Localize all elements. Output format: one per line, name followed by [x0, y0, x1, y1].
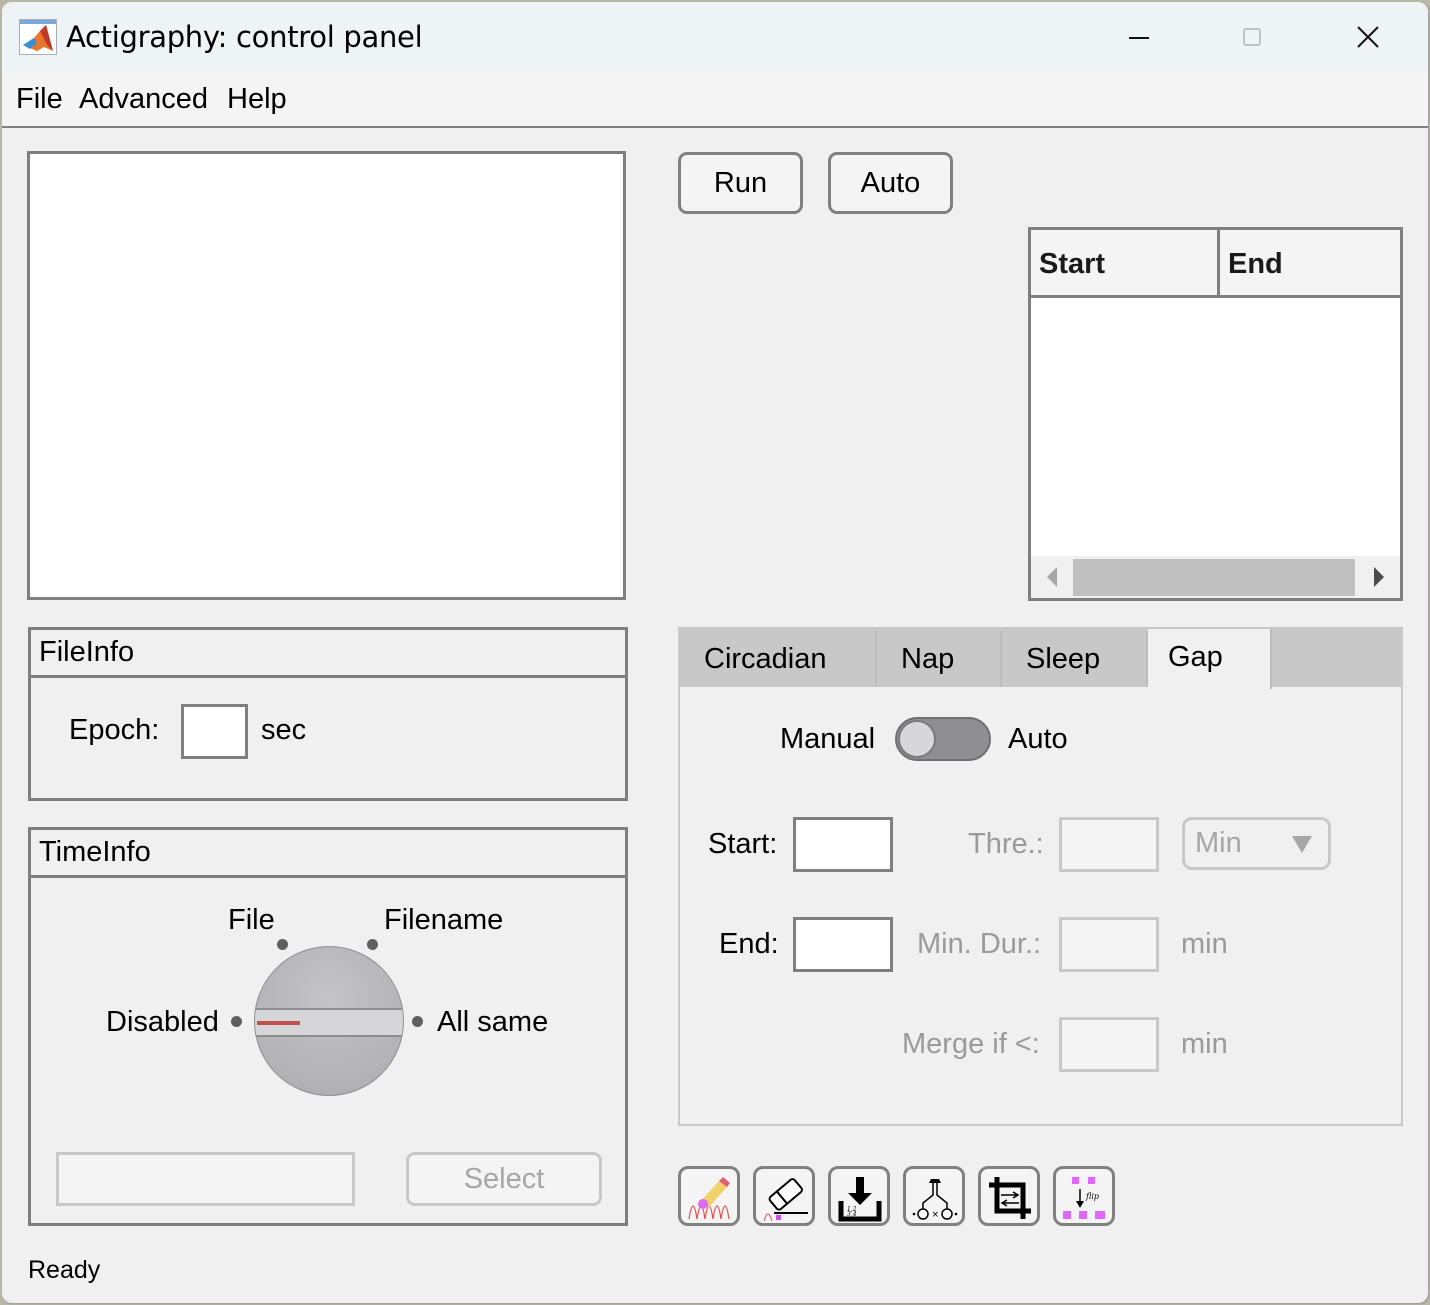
tab-nap[interactable]: Nap — [877, 631, 1002, 687]
auto-button[interactable]: Auto — [828, 152, 953, 214]
dropdown-value: Min — [1195, 827, 1242, 859]
menu-help[interactable]: Help — [227, 82, 287, 116]
title-bar[interactable]: Actigraphy: control panel — [2, 2, 1428, 72]
merge-branch-icon: × — [912, 1179, 958, 1220]
table-header: Start End — [1031, 230, 1400, 298]
fileinfo-title: FileInfo — [31, 630, 625, 678]
merge-button[interactable]: × — [903, 1166, 965, 1226]
scrollbar-thumb[interactable] — [1073, 559, 1355, 596]
knob-tick-file — [277, 939, 288, 950]
knob-option-filename[interactable]: Filename — [384, 903, 503, 937]
scroll-right-icon[interactable] — [1374, 567, 1384, 587]
maximize-icon[interactable] — [1222, 16, 1282, 60]
fileinfo-panel: FileInfo Epoch: sec — [28, 627, 628, 801]
chevron-down-icon — [1292, 836, 1312, 853]
erase-button[interactable] — [753, 1166, 815, 1226]
epoch-label: Epoch: — [69, 714, 160, 746]
intervals-table[interactable]: Start End — [1028, 227, 1403, 601]
flip-icon: flip — [1063, 1177, 1105, 1219]
min-duration-label: Min. Dur.: — [917, 928, 1042, 960]
svg-text:×: × — [932, 1210, 940, 1220]
tab-circadian[interactable]: Circadian — [680, 631, 877, 687]
threshold-unit-dropdown[interactable]: Min — [1182, 817, 1331, 870]
threshold-input[interactable] — [1059, 817, 1159, 872]
knob-pointer — [257, 1021, 300, 1025]
flip-button[interactable]: flip — [1053, 1166, 1115, 1226]
app-window: Actigraphy: control panel File Advanced … — [2, 2, 1428, 1303]
scroll-left-icon[interactable] — [1047, 567, 1057, 587]
minimize-icon[interactable] — [1107, 16, 1167, 60]
import-button[interactable]: 1,2 3,4 — [828, 1166, 890, 1226]
timeinfo-title: TimeInfo — [31, 830, 625, 878]
select-button[interactable]: Select — [406, 1152, 602, 1206]
svg-text:flip: flip — [1085, 1192, 1099, 1201]
column-header-start[interactable]: Start — [1031, 230, 1220, 295]
menu-bar: File Advanced Help — [2, 72, 1428, 128]
min-duration-input[interactable] — [1059, 917, 1159, 972]
tab-gap[interactable]: Gap — [1148, 629, 1272, 689]
switch-label-auto: Auto — [1008, 723, 1068, 755]
status-text: Ready — [28, 1256, 101, 1284]
min-duration-unit: min — [1181, 928, 1228, 960]
knob-tick-disabled — [231, 1016, 242, 1027]
matlab-icon — [19, 19, 57, 55]
horizontal-scrollbar[interactable] — [1031, 556, 1400, 598]
switch-knob — [898, 720, 936, 758]
gap-start-input[interactable] — [793, 817, 893, 872]
tab-strip: Circadian Nap Sleep Gap — [680, 629, 1401, 689]
window-title: Actigraphy: control panel — [66, 20, 423, 54]
knob-option-file[interactable]: File — [228, 903, 275, 937]
knob-option-disabled[interactable]: Disabled — [106, 1005, 219, 1039]
menu-advanced[interactable]: Advanced — [79, 82, 208, 116]
merge-input[interactable] — [1059, 1017, 1159, 1072]
svg-text:3,4: 3,4 — [847, 1211, 857, 1218]
epoch-input[interactable] — [181, 704, 248, 759]
column-header-end[interactable]: End — [1220, 230, 1400, 295]
manual-auto-switch[interactable] — [895, 717, 991, 761]
run-button[interactable]: Run — [678, 152, 803, 214]
time-path-input[interactable] — [56, 1152, 355, 1206]
draw-pencil-icon — [688, 1177, 730, 1220]
merge-label: Merge if <: — [902, 1028, 1040, 1060]
plot-axes[interactable] — [27, 151, 626, 600]
menu-file[interactable]: File — [16, 82, 63, 116]
import-data-icon: 1,2 3,4 — [838, 1177, 882, 1222]
knob-option-all-same[interactable]: All same — [437, 1005, 548, 1039]
switch-label-manual: Manual — [780, 723, 876, 755]
gap-start-label: Start: — [708, 828, 778, 860]
knob-tick-all-same — [412, 1016, 423, 1027]
tab-sleep[interactable]: Sleep — [1002, 631, 1148, 687]
crop-icon — [989, 1177, 1031, 1219]
close-icon[interactable] — [1338, 16, 1398, 60]
crop-button[interactable] — [978, 1166, 1040, 1226]
merge-unit: min — [1181, 1028, 1228, 1060]
knob-tick-filename — [367, 939, 378, 950]
gap-end-input[interactable] — [793, 917, 893, 972]
eraser-icon — [763, 1178, 808, 1222]
epoch-unit: sec — [261, 714, 307, 746]
analysis-tabgroup: Circadian Nap Sleep Gap Manual Auto Star… — [678, 627, 1403, 1126]
draw-button[interactable] — [678, 1166, 740, 1226]
gap-end-label: End: — [719, 928, 779, 960]
time-source-knob[interactable] — [254, 946, 404, 1096]
threshold-label: Thre.: — [968, 828, 1044, 860]
